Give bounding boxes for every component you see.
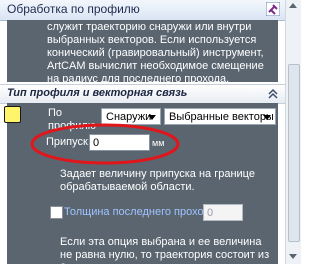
last-pass-label[interactable]: Толщина последнего прохода	[64, 206, 216, 219]
pin-icon[interactable]	[266, 2, 280, 16]
description-text: служит траекторию снаружи или внутри выб…	[47, 21, 264, 85]
bottom-help-text: Если эта опция выбрана и ее величина не …	[60, 236, 270, 274]
vertical-scrollbar[interactable]	[285, 0, 301, 264]
allowance-unit: мм	[152, 138, 165, 148]
section-header[interactable]: Тип профиля и векторная связь	[0, 84, 285, 104]
scroll-up-icon[interactable]	[289, 3, 297, 8]
last-pass-value: 0	[207, 207, 214, 219]
combo-arrow-icon	[263, 115, 271, 120]
profile-icon	[4, 106, 21, 123]
profile-side-value: Снаружи	[106, 111, 152, 123]
vectors-select[interactable]: Выбранные векторы	[164, 108, 276, 125]
allowance-label: Припуск:	[46, 136, 91, 148]
chevron-up-icon[interactable]	[266, 86, 280, 100]
title-bar: Обработка по профилю	[0, 0, 285, 21]
allowance-value: 0	[93, 137, 100, 149]
combo-arrow-icon	[148, 115, 156, 120]
scroll-down-icon[interactable]	[289, 254, 297, 259]
last-pass-checkbox[interactable]	[50, 206, 63, 219]
profile-side-select[interactable]: Снаружи	[101, 108, 161, 125]
last-pass-input[interactable]: 0	[203, 204, 243, 221]
section-title: Тип профиля и векторная связь	[7, 87, 188, 99]
panel-title: Обработка по профилю	[7, 2, 140, 16]
scroll-thumb[interactable]	[288, 64, 300, 242]
profile-machining-panel: Обработка по профилю служит траекторию с…	[0, 0, 285, 274]
allowance-input[interactable]: 0	[89, 134, 150, 151]
vectors-value: Выбранные векторы	[169, 111, 274, 123]
profile-label: По профилю	[48, 107, 97, 132]
description-box: служит траекторию снаружи или внутри выб…	[7, 20, 278, 85]
allowance-help-text: Задает величину припуска на границе обра…	[60, 168, 255, 193]
